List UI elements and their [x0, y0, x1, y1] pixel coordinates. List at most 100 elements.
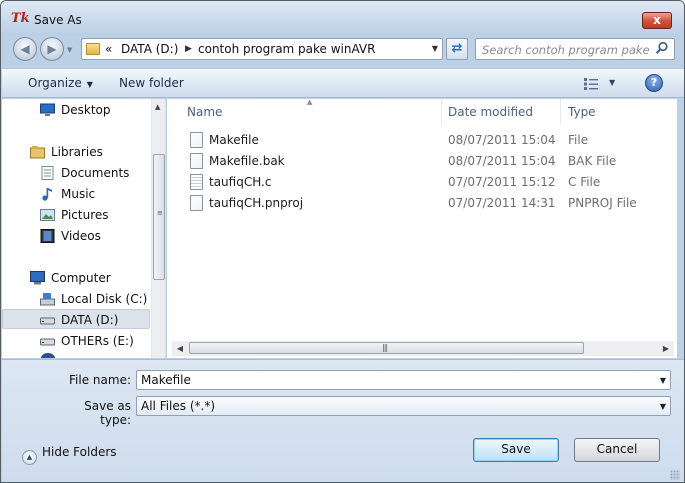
- close-button[interactable]: x: [642, 12, 672, 29]
- nav-item-label: Desktop: [61, 103, 111, 117]
- nav-item-label: Documents: [61, 166, 130, 180]
- save-as-dialog: Tk Save As x ◀ ▶ ▼ « DATA (D:) ▶ contoh …: [0, 0, 685, 483]
- folder-icon: [86, 43, 100, 55]
- file-date: 08/07/2011 15:04: [448, 133, 556, 147]
- pictures-icon: [40, 209, 55, 221]
- refresh-icon[interactable]: ⇄: [446, 38, 468, 60]
- file-icon: [190, 132, 203, 148]
- search-icon[interactable]: [655, 41, 669, 55]
- nav-item-label: Videos: [61, 229, 101, 243]
- views-button[interactable]: ▼: [582, 76, 622, 92]
- breadcrumb-current-folder[interactable]: contoh program pake winAVR: [198, 42, 375, 56]
- save-as-type-select[interactable]: All Files (*.*) ▼: [136, 396, 671, 416]
- file-name: Makefile.bak: [209, 154, 285, 168]
- nav-item-documents[interactable]: Documents: [2, 163, 150, 183]
- hide-folders-label: Hide Folders: [42, 445, 117, 459]
- forward-arrow-icon[interactable]: ▶: [40, 37, 64, 61]
- documents-icon: [41, 166, 54, 180]
- nav-item-others-e[interactable]: OTHERs (E:): [2, 331, 150, 351]
- column-header-type[interactable]: Type: [568, 105, 596, 119]
- address-bar[interactable]: « DATA (D:) ▶ contoh program pake winAVR…: [81, 38, 443, 60]
- file-list-horizontal-scrollbar[interactable]: ◀ ||| ▶: [172, 341, 674, 356]
- file-date: 07/07/2011 14:31: [448, 196, 556, 210]
- file-name: taufiqCH.pnproj: [209, 196, 304, 210]
- breadcrumb-data-d[interactable]: DATA (D:): [121, 42, 178, 56]
- organize-button[interactable]: Organize ▼: [28, 76, 93, 90]
- save-button[interactable]: Save: [473, 438, 559, 462]
- chevron-down-icon[interactable]: ▼: [660, 402, 666, 411]
- chevron-down-icon[interactable]: ▼: [660, 376, 666, 385]
- save-as-type-label: Save as type:: [84, 399, 131, 427]
- title-bar[interactable]: Tk Save As x: [1, 1, 684, 35]
- horizontal-scrollbar-thumb[interactable]: |||: [189, 342, 584, 354]
- column-header-date-modified[interactable]: Date modified: [448, 105, 533, 119]
- breadcrumb-separator-icon[interactable]: ▶: [185, 44, 192, 54]
- scroll-right-icon[interactable]: ▶: [659, 342, 673, 355]
- command-bar: Organize ▼ New folder ▼ ?: [2, 68, 684, 98]
- file-name-field[interactable]: [141, 372, 641, 388]
- nav-item-label: Libraries: [51, 145, 103, 159]
- drive-icon: [40, 317, 55, 325]
- chevron-down-icon[interactable]: ▼: [432, 44, 438, 53]
- nav-pane-scrollbar[interactable]: ▲ ≡: [151, 99, 165, 358]
- scroll-up-icon[interactable]: ▲: [155, 103, 160, 111]
- column-divider[interactable]: [441, 99, 442, 124]
- search-input[interactable]: [482, 42, 650, 57]
- help-icon[interactable]: ?: [645, 74, 663, 92]
- file-row[interactable]: taufiqCH.pnproj 07/07/2011 14:31 PNPROJ …: [187, 194, 667, 214]
- drive-icon: [40, 293, 55, 306]
- desktop-icon: [40, 103, 55, 116]
- nav-item-label: DATA (D:): [61, 313, 119, 327]
- file-row[interactable]: taufiqCH.c 07/07/2011 15:12 C File: [187, 173, 667, 193]
- music-icon: [42, 188, 52, 201]
- nav-item-computer[interactable]: Computer: [2, 268, 150, 288]
- tk-app-icon: Tk: [11, 11, 30, 26]
- navigation-pane: Desktop Libraries Documents Music Pictur…: [2, 99, 166, 358]
- file-date: 07/07/2011 15:12: [448, 175, 556, 189]
- file-icon: [190, 153, 203, 169]
- nav-item-videos[interactable]: Videos: [2, 226, 150, 246]
- breadcrumb-overflow[interactable]: «: [105, 42, 112, 56]
- nav-item-libraries[interactable]: Libraries: [2, 142, 150, 162]
- hide-folders-button[interactable]: ▲ Hide Folders: [22, 445, 117, 465]
- file-type: BAK File: [568, 154, 617, 168]
- file-type: File: [568, 133, 589, 147]
- file-type: C File: [568, 175, 601, 189]
- nav-pane-scrollbar-thumb[interactable]: ≡: [153, 154, 165, 280]
- file-name-combobox[interactable]: ▼: [136, 370, 671, 390]
- save-as-type-value: All Files (*.*): [141, 399, 216, 413]
- videos-icon: [40, 229, 55, 243]
- file-name-label: File name:: [69, 373, 131, 387]
- drive-icon: [40, 338, 55, 346]
- back-arrow-icon[interactable]: ◀: [13, 37, 37, 61]
- recent-locations-dropdown[interactable]: ▼: [67, 46, 75, 54]
- nav-item-data-d[interactable]: DATA (D:): [2, 309, 150, 329]
- column-header-name[interactable]: Name: [187, 105, 222, 119]
- nav-item-label: Local Disk (C:): [61, 292, 148, 306]
- new-folder-button[interactable]: New folder: [119, 76, 184, 90]
- file-icon: [190, 195, 203, 211]
- resize-grip-icon[interactable]: [670, 470, 680, 480]
- file-row[interactable]: Makefile 08/07/2011 15:04 File: [187, 131, 667, 151]
- search-box[interactable]: [475, 38, 675, 60]
- column-divider[interactable]: [560, 99, 561, 124]
- views-icon: [584, 78, 598, 90]
- nav-item-local-disk-c[interactable]: Local Disk (C:): [2, 289, 150, 309]
- nav-item-pictures[interactable]: Pictures: [2, 205, 150, 225]
- file-date: 08/07/2011 15:04: [448, 154, 556, 168]
- cancel-button[interactable]: Cancel: [574, 438, 660, 462]
- nav-item-label: Pictures: [61, 208, 109, 222]
- grip-icon: |||: [382, 343, 388, 352]
- nav-item-label: Computer: [51, 271, 111, 285]
- nav-item-music[interactable]: Music: [2, 184, 150, 204]
- column-headers: ▲ Name Date modified Type: [167, 98, 677, 124]
- chevron-down-icon: ▼: [609, 78, 616, 87]
- nav-item-label: Music: [61, 187, 96, 201]
- file-row[interactable]: Makefile.bak 08/07/2011 15:04 BAK File: [187, 152, 667, 172]
- nav-item-desktop[interactable]: Desktop: [2, 100, 150, 120]
- file-name: Makefile: [209, 133, 259, 147]
- scroll-left-icon[interactable]: ◀: [173, 342, 187, 355]
- computer-icon: [30, 271, 45, 285]
- grip-icon: ≡: [157, 209, 163, 217]
- chevron-down-icon: ▼: [86, 80, 93, 89]
